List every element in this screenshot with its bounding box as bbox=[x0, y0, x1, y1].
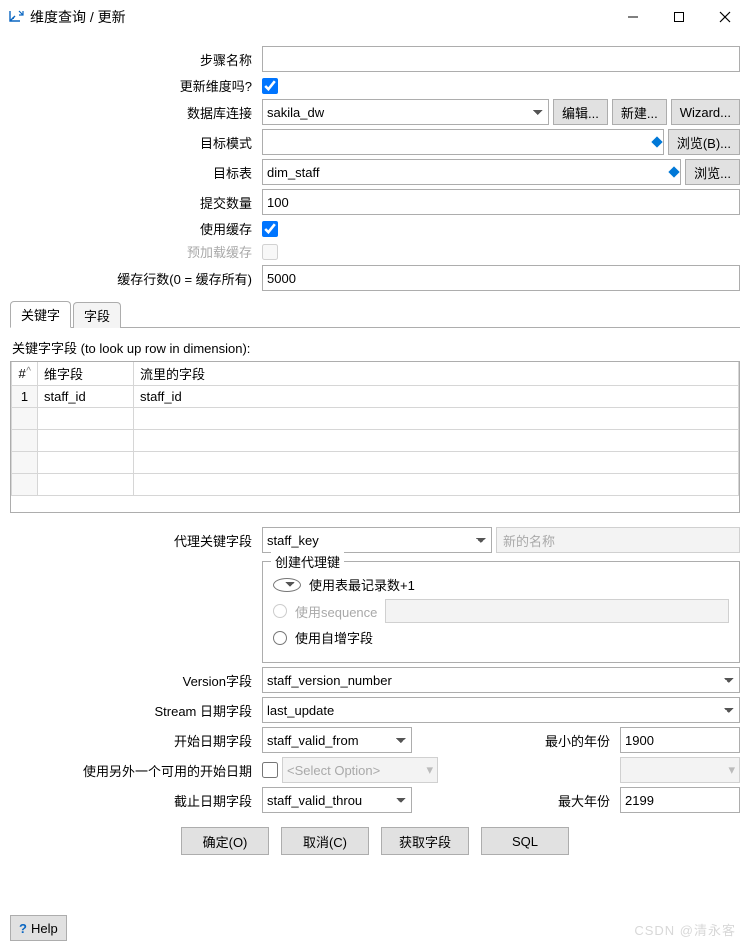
target-table-label: 目标表 bbox=[10, 163, 256, 182]
table-row bbox=[12, 430, 739, 452]
target-schema-label: 目标模式 bbox=[10, 133, 256, 152]
maximize-button[interactable] bbox=[656, 2, 702, 32]
browse-schema-button[interactable]: 浏览(B)... bbox=[668, 129, 740, 155]
col-dim-field[interactable]: 维字段 bbox=[38, 362, 134, 386]
table-row: 1 staff_id staff_id bbox=[12, 386, 739, 408]
db-connection-label: 数据库连接 bbox=[10, 103, 256, 122]
target-table-input[interactable] bbox=[262, 159, 681, 185]
table-row bbox=[12, 408, 739, 430]
col-num[interactable]: ^# bbox=[12, 362, 38, 386]
table-row bbox=[12, 452, 739, 474]
stream-date-label: Stream 日期字段 bbox=[10, 701, 256, 720]
key-fields-heading: 关键字字段 (to look up row in dimension): bbox=[12, 338, 738, 357]
radio-use-max-label: 使用表最记录数+1 bbox=[309, 575, 415, 594]
ok-button[interactable]: 确定(O) bbox=[181, 827, 269, 855]
new-connection-button[interactable]: 新建... bbox=[612, 99, 667, 125]
version-field-select[interactable]: staff_version_number bbox=[262, 667, 740, 693]
alt-start-year-select: ▾ bbox=[620, 757, 740, 783]
alt-start-label: 使用另外一个可用的开始日期 bbox=[10, 761, 256, 780]
cancel-button[interactable]: 取消(C) bbox=[281, 827, 369, 855]
watermark: CSDN @清永客 bbox=[634, 920, 736, 939]
start-date-label: 开始日期字段 bbox=[10, 731, 256, 750]
key-fields-table-wrap: ^# 维字段 流里的字段 1 staff_id staff_id bbox=[10, 361, 740, 513]
help-icon: ? bbox=[19, 921, 27, 936]
sequence-name-input bbox=[385, 599, 729, 623]
target-schema-input[interactable] bbox=[262, 129, 664, 155]
group-title: 创建代理键 bbox=[271, 552, 344, 571]
alt-start-checkbox[interactable] bbox=[262, 762, 278, 778]
preload-cache-checkbox bbox=[262, 244, 278, 260]
help-button[interactable]: ?Help bbox=[10, 915, 67, 941]
use-cache-label: 使用缓存 bbox=[10, 219, 256, 238]
radio-use-sequence-label: 使用sequence bbox=[295, 602, 377, 621]
step-name-input[interactable] bbox=[262, 46, 740, 72]
tab-fields[interactable]: 字段 bbox=[73, 302, 121, 328]
version-field-label: Version字段 bbox=[10, 671, 256, 690]
surrogate-key-select[interactable]: staff_key bbox=[262, 527, 492, 553]
commit-size-input[interactable] bbox=[262, 189, 740, 215]
radio-use-max[interactable] bbox=[273, 578, 301, 592]
preload-cache-label: 预加载缓存 bbox=[10, 242, 256, 261]
table-row bbox=[12, 474, 739, 496]
close-button[interactable] bbox=[702, 2, 748, 32]
app-icon bbox=[8, 9, 24, 25]
commit-size-label: 提交数量 bbox=[10, 193, 256, 212]
window-title: 维度查询 / 更新 bbox=[30, 7, 610, 27]
browse-table-button[interactable]: 浏览... bbox=[685, 159, 740, 185]
get-fields-button[interactable]: 获取字段 bbox=[381, 827, 469, 855]
step-name-label: 步骤名称 bbox=[10, 50, 256, 69]
sql-button[interactable]: SQL bbox=[481, 827, 569, 855]
cache-rows-input[interactable] bbox=[262, 265, 740, 291]
max-year-input[interactable] bbox=[620, 787, 740, 813]
minimize-button[interactable] bbox=[610, 2, 656, 32]
tab-key[interactable]: 关键字 bbox=[10, 301, 71, 328]
radio-use-autoinc-label: 使用自增字段 bbox=[295, 628, 373, 647]
min-year-input[interactable] bbox=[620, 727, 740, 753]
radio-use-autoinc[interactable] bbox=[273, 631, 287, 645]
max-year-label: 最大年份 bbox=[468, 791, 614, 810]
cache-rows-label: 缓存行数(0 = 缓存所有) bbox=[10, 269, 256, 288]
use-cache-checkbox[interactable] bbox=[262, 221, 278, 237]
alt-start-select: <Select Option>▾ bbox=[282, 757, 438, 783]
db-connection-select[interactable]: sakila_dw bbox=[262, 99, 549, 125]
end-date-select[interactable]: staff_valid_throu bbox=[262, 787, 412, 813]
start-date-select[interactable]: staff_valid_from bbox=[262, 727, 412, 753]
min-year-label: 最小的年份 bbox=[468, 731, 614, 750]
key-fields-table: ^# 维字段 流里的字段 1 staff_id staff_id bbox=[11, 362, 739, 496]
edit-connection-button[interactable]: 编辑... bbox=[553, 99, 608, 125]
radio-use-sequence bbox=[273, 604, 287, 618]
wizard-button[interactable]: Wizard... bbox=[671, 99, 740, 125]
update-dimension-label: 更新维度吗? bbox=[10, 76, 256, 95]
col-stream-field[interactable]: 流里的字段 bbox=[134, 362, 739, 386]
stream-date-select[interactable]: last_update bbox=[262, 697, 740, 723]
end-date-label: 截止日期字段 bbox=[10, 791, 256, 810]
new-name-input: 新的名称 bbox=[496, 527, 740, 553]
surrogate-key-label: 代理关键字段 bbox=[10, 531, 256, 550]
update-dimension-checkbox[interactable] bbox=[262, 78, 278, 94]
create-surrogate-group: 创建代理键 使用表最记录数+1 使用sequence 使用自增字段 bbox=[262, 561, 740, 663]
